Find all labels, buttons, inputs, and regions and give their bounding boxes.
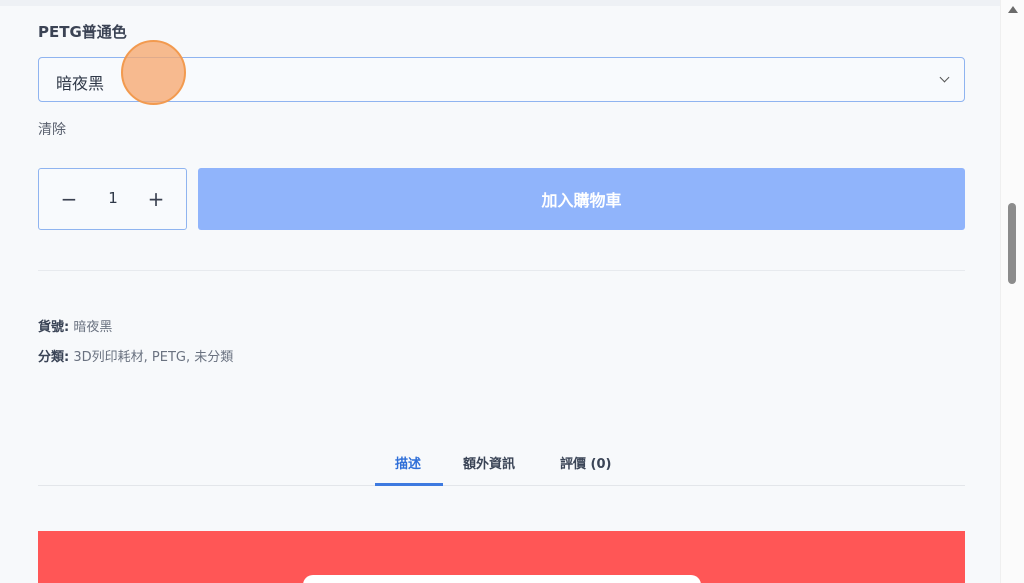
- sku-value: 暗夜黑: [73, 320, 113, 335]
- product-page: PETG普通色 暗夜黑 清除 − 1 + 加入購物車 貨號: 暗夜黑 分類: 3…: [0, 0, 1024, 583]
- active-tab-indicator: [375, 483, 443, 486]
- variant-select-value: 暗夜黑: [56, 74, 105, 93]
- quantity-stepper: − 1 +: [38, 168, 187, 230]
- category-line: 分類: 3D列印耗材, PETG, 未分類: [38, 346, 233, 365]
- sku-line: 貨號: 暗夜黑: [38, 316, 112, 335]
- tab-description[interactable]: 描述: [395, 453, 421, 472]
- tabs-divider: [38, 485, 965, 486]
- sku-label: 貨號:: [38, 320, 70, 335]
- banner-pill: [303, 575, 701, 583]
- header-strip: [0, 0, 1004, 6]
- add-to-cart-button[interactable]: 加入購物車: [198, 168, 965, 230]
- quantity-input[interactable]: 1: [99, 189, 127, 207]
- tab-additional-info[interactable]: 額外資訊: [463, 453, 515, 472]
- variant-label: PETG普通色: [38, 23, 127, 41]
- description-banner: [38, 531, 965, 583]
- scroll-up-arrow-icon[interactable]: [1008, 6, 1018, 13]
- click-indicator: [121, 40, 186, 105]
- category-label: 分類:: [38, 350, 70, 365]
- scrollbar-thumb[interactable]: [1008, 203, 1016, 284]
- scrollbar[interactable]: [1000, 0, 1024, 583]
- chevron-down-icon: [939, 72, 950, 83]
- quantity-plus-button[interactable]: +: [143, 185, 169, 213]
- category-value[interactable]: 3D列印耗材, PETG, 未分類: [73, 350, 233, 365]
- divider: [38, 270, 965, 271]
- quantity-minus-button[interactable]: −: [56, 185, 82, 213]
- tab-reviews[interactable]: 評價 (0): [560, 453, 611, 472]
- clear-link[interactable]: 清除: [38, 119, 66, 139]
